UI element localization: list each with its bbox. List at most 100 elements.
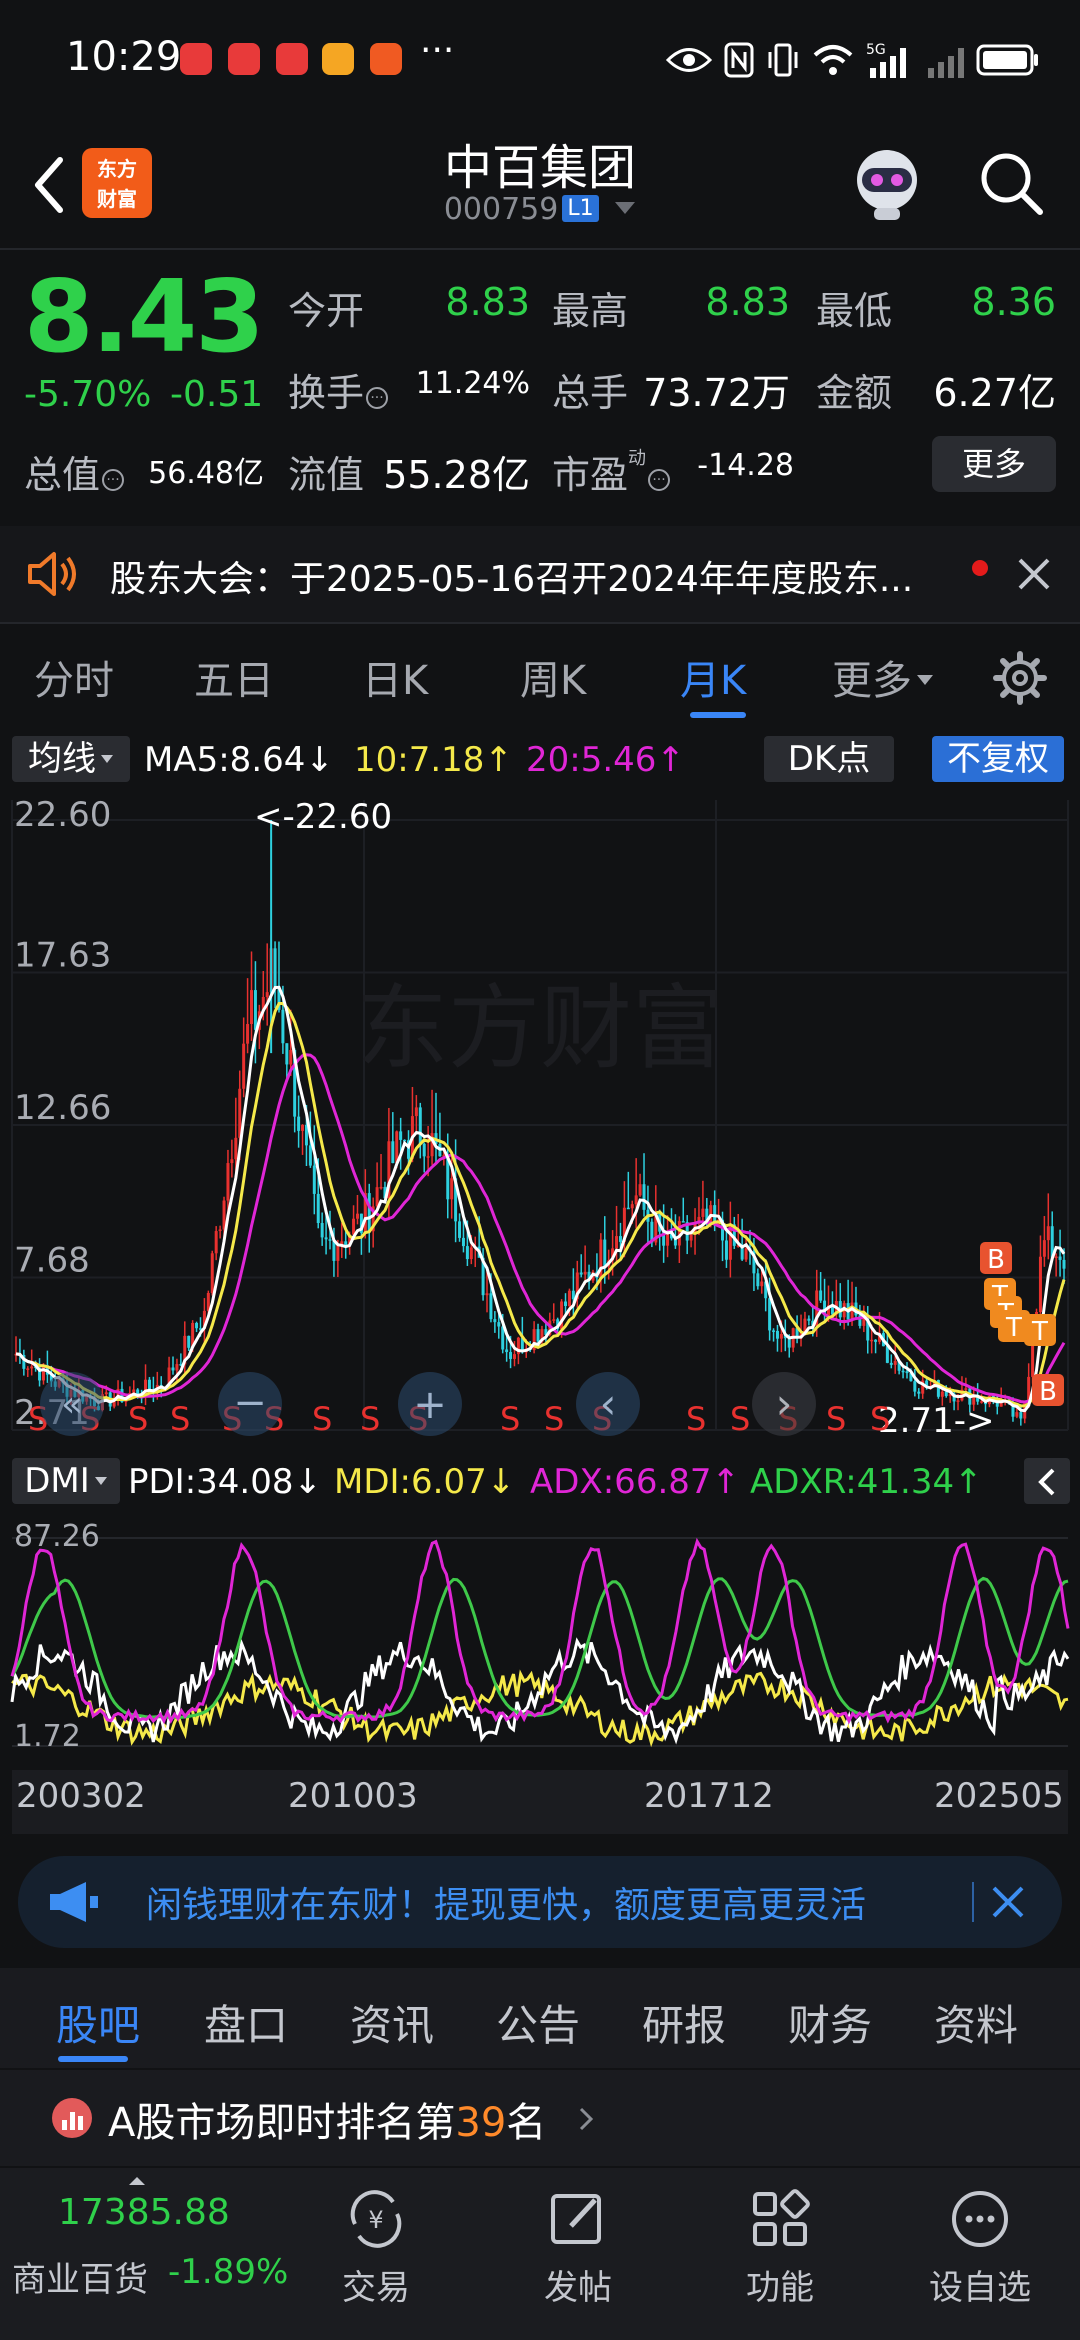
open-value: 8.83 <box>445 280 530 324</box>
indicator-selector[interactable]: 均线 <box>12 736 130 782</box>
candle-body <box>175 1364 179 1371</box>
notification-app-icon <box>370 43 402 75</box>
candle-body <box>273 948 277 990</box>
candle-body <box>379 1186 383 1189</box>
tab-research[interactable]: 研报 <box>642 1992 726 2053</box>
candle-body <box>301 1124 305 1131</box>
sell-signal-label: S <box>686 1400 706 1438</box>
candle-body <box>469 1247 473 1260</box>
more-circle-icon <box>952 2191 1008 2247</box>
candle-body <box>940 1391 944 1397</box>
kline-chart[interactable]: 东方财富 22.6017.6312.667.682.71 <-22.60 2.7… <box>0 790 1080 1450</box>
info-icon[interactable]: ··· <box>366 387 389 409</box>
candle-body <box>772 1330 776 1332</box>
indicator-selector[interactable]: DMI <box>12 1458 120 1504</box>
dk-point-button[interactable]: DK点 <box>764 736 894 782</box>
notification-app-icon <box>228 43 260 75</box>
tab-weekly-k[interactable]: 周K <box>520 648 586 706</box>
market-ranking-row[interactable]: A股市场即时排名第39名 <box>0 2070 1080 2166</box>
candle-body <box>807 1318 811 1321</box>
collapse-button[interactable] <box>1024 1458 1070 1504</box>
candle-body <box>630 1204 634 1209</box>
candle-body <box>246 1024 250 1044</box>
ranking-text: A股市场即时排名第39名 <box>108 2100 547 2146</box>
candle-body <box>218 1229 222 1232</box>
price-tick-label: 17.63 <box>14 936 111 976</box>
settings-gear-icon[interactable] <box>992 650 1048 706</box>
max-price-label: <-22.60 <box>254 797 392 837</box>
info-icon[interactable]: ··· <box>648 469 671 491</box>
close-icon[interactable] <box>1014 554 1054 594</box>
candle-body <box>422 1143 426 1157</box>
amount-label: 金额 <box>816 371 893 415</box>
rank-number: 39 <box>455 2100 507 2146</box>
candle-body <box>265 992 269 997</box>
status-bar: 10:29 ··· 5G <box>0 0 1080 120</box>
signal-5g-icon: 5G <box>866 42 906 78</box>
low-label: 最低 <box>816 289 893 333</box>
trade-marker-label: T <box>1005 1313 1022 1343</box>
candle-body <box>564 1301 568 1306</box>
megaphone-icon <box>50 1882 98 1922</box>
tab-news[interactable]: 资讯 <box>350 1992 434 2053</box>
adxr-value: ADXR:41.34↑ <box>750 1462 983 1502</box>
candle-body <box>324 1237 328 1240</box>
open-label: 今开 <box>288 289 365 333</box>
more-button[interactable]: 更多 <box>932 436 1056 492</box>
candle-body <box>26 1368 30 1370</box>
assistant-robot-icon[interactable] <box>846 142 928 224</box>
promo-banner[interactable]: 闲钱理财在东财！提现更快，额度更高更灵活 <box>18 1856 1062 1948</box>
tab-intraday[interactable]: 分时 <box>34 648 114 706</box>
tab-more[interactable]: 更多 <box>832 648 934 706</box>
date-axis: 200302 201003 201712 202505 <box>12 1770 1068 1834</box>
info-icon[interactable]: ··· <box>102 469 125 491</box>
candle-body <box>418 1107 422 1144</box>
promo-text: 闲钱理财在东财！提现更快，额度更高更灵活 <box>146 1885 867 1926</box>
adjust-type-button[interactable]: 不复权 <box>932 736 1064 782</box>
tab-monthly-k[interactable]: 月K <box>680 648 746 706</box>
chart-grid <box>11 800 1069 1431</box>
edit-post-icon <box>551 2194 601 2244</box>
candle-body <box>1019 1412 1023 1419</box>
ranking-chart-icon <box>52 2098 92 2138</box>
dmi-chart[interactable]: 87.26 1.72 <box>0 1510 1080 1768</box>
candle-body <box>681 1221 685 1223</box>
sector-index-change: -1.89% <box>168 2252 289 2292</box>
mdi-value: MDI:6.07↓ <box>334 1462 516 1502</box>
tab-order-book[interactable]: 盘口 <box>204 1992 288 2053</box>
tab-profile[interactable]: 资料 <box>934 1992 1018 2053</box>
candle-body <box>375 1187 379 1207</box>
close-icon[interactable] <box>988 1882 1028 1922</box>
turnover-value: 11.24% <box>415 366 530 401</box>
tab-five-day[interactable]: 五日 <box>194 648 274 706</box>
nav-add-watchlist[interactable]: 设自选 <box>910 2188 1050 2309</box>
candle-body <box>701 1208 705 1217</box>
next-icon: › <box>776 1379 793 1428</box>
tab-forum[interactable]: 股吧 <box>56 1992 140 2053</box>
candle-body <box>234 1137 238 1160</box>
nav-functions[interactable]: 功能 <box>710 2188 850 2309</box>
stock-code: 000759 <box>443 192 559 227</box>
tab-finance[interactable]: 财务 <box>788 1992 872 2053</box>
candle-body <box>579 1272 583 1275</box>
caret-down-icon <box>917 675 933 685</box>
nav-trade[interactable]: ¥ 交易 <box>306 2188 446 2309</box>
candle-body <box>458 1221 462 1238</box>
search-icon[interactable] <box>976 148 1046 218</box>
dmi-y-top: 87.26 <box>14 1519 100 1554</box>
period-tabs: 分时 五日 日K 周K 月K 更多 <box>0 640 1080 730</box>
price-tick-label: 7.68 <box>14 1241 90 1281</box>
nav-post[interactable]: 发帖 <box>508 2188 648 2309</box>
tab-daily-k[interactable]: 日K <box>362 648 428 706</box>
float-cap-value: 55.28亿 <box>383 453 530 497</box>
candle-body <box>885 1346 889 1363</box>
candle-body <box>344 1241 348 1246</box>
candle-body <box>461 1237 465 1247</box>
price-axis: 22.6017.6312.667.682.71 <box>14 795 111 1433</box>
candle-body <box>485 1293 489 1296</box>
candle-body <box>297 1116 301 1131</box>
notice-bar[interactable]: 股东大会：于2025-05-16召开2024年年度股东... <box>0 526 1080 622</box>
tab-announcements[interactable]: 公告 <box>496 1992 580 2053</box>
candle-body <box>285 1043 289 1065</box>
eye-icon <box>666 48 712 72</box>
